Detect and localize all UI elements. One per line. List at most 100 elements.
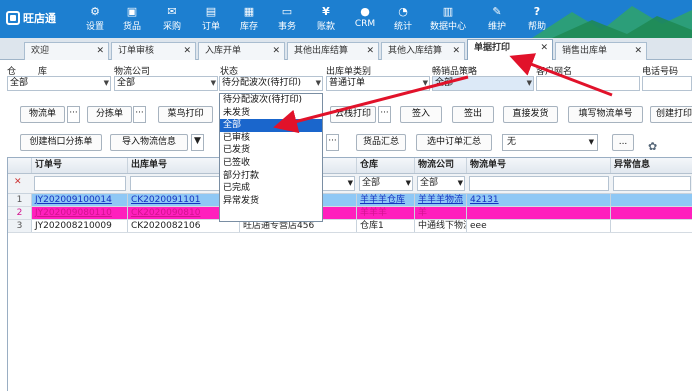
tab-bar: 欢迎 ✕ 订单审核 ✕ 入库开单 ✕ 其他出库结算 ✕ 其他入库结算 ✕ 单据打印 ✕ 销售… [0, 38, 692, 60]
close-icon[interactable]: ✕ [272, 43, 280, 59]
chevron-down-icon: ▼ [103, 79, 109, 87]
toolbar-help[interactable]: ? 帮助 [517, 4, 557, 32]
toolbar-inventory[interactable]: ▦ 库存 [229, 4, 269, 32]
gear-icon: ⚙ [90, 5, 100, 18]
yunzhan-print-button[interactable]: 云栈打印 [330, 106, 376, 123]
crm-icon: ● [360, 5, 370, 18]
chevron-down-icon: ▼ [526, 79, 532, 87]
logo-text: 旺店通 [23, 12, 56, 25]
logistics-more-button[interactable]: ··· [67, 106, 80, 123]
status-option[interactable]: 已完成 [220, 182, 322, 195]
close-icon[interactable]: ✕ [540, 40, 548, 56]
affairs-icon: ▭ [281, 5, 293, 18]
table-row[interactable]: 2 JY202009080110 CK2020090810 羊羊羊 羊 [8, 207, 692, 220]
strategy-select[interactable]: 全部 ▼ [432, 76, 534, 91]
toolbar-stats[interactable]: ◔ 统计 [383, 4, 423, 32]
picking-more-button[interactable]: ··· [133, 106, 146, 123]
filter-warehouse[interactable]: 全部 ▼ [359, 176, 413, 191]
phone-input[interactable] [642, 76, 692, 91]
header-warehouse[interactable]: 仓库 [357, 158, 415, 173]
status-option[interactable]: 异常发货 [220, 195, 322, 208]
status-dropdown-list[interactable]: 待分配波次(待打印) 未发货 全部 已审核 已发货 已签收 部分打款 已完成 异… [219, 93, 323, 222]
filter-logistics[interactable]: 全部 ▼ [417, 176, 465, 191]
filter-order-no[interactable] [34, 176, 126, 191]
toolbar-purchase[interactable]: ✉ 采购 [152, 4, 192, 32]
customer-input[interactable] [536, 76, 640, 91]
tab-other-outbound[interactable]: 其他出库结算 ✕ [287, 42, 379, 60]
ellipsis-button[interactable]: ... [612, 134, 634, 151]
tab-sales-outbound[interactable]: 销售出库单 ✕ [555, 42, 647, 60]
filter-tracking-no[interactable] [469, 176, 609, 191]
chevron-down-icon: ▼ [588, 138, 594, 146]
toolbar-settings[interactable]: ⚙ 设置 [75, 4, 115, 32]
wrench-icon: ✎ [492, 5, 502, 18]
purchase-icon: ✉ [167, 5, 177, 18]
header-rownum [8, 158, 32, 173]
cainiao-print-button[interactable]: 菜鸟打印 [158, 106, 213, 123]
toolbar-maintenance[interactable]: ✎ 维护 [477, 4, 517, 32]
filter-clear-icon[interactable]: ✕ [14, 177, 22, 187]
summary-mode-select[interactable]: 无 ▼ [502, 134, 598, 151]
chevron-down-icon: ▼ [347, 179, 353, 187]
toolbar-crm[interactable]: ● CRM [345, 4, 385, 29]
sign-in-button[interactable]: 签入 [400, 106, 442, 123]
fill-tracking-button[interactable]: 填写物流单号 [568, 106, 643, 123]
create-print-button[interactable]: 创建打印 [650, 106, 692, 123]
tab-order-review[interactable]: 订单审核 ✕ [111, 42, 196, 60]
help-icon: ? [533, 5, 541, 18]
orders-grid: 订单号 出库单号 仓库 物流公司 物流单号 异常信息 ✕ ▼ 全部 ▼ 全部 ▼ 1… [7, 157, 692, 391]
toolbar-accounts[interactable]: ¥ 账款 [306, 4, 346, 32]
toolbar-data-center[interactable]: ▥ 数据中心 [425, 4, 471, 32]
status-select[interactable]: 待分配波次(待打印) ▼ [219, 76, 323, 91]
logistics-select[interactable]: 全部 ▼ [114, 76, 218, 91]
accounts-icon: ¥ [322, 5, 330, 18]
table-row[interactable]: 1 JY202009100014 CK2020091101 羊羊羊仓库 羊羊羊物… [8, 194, 692, 207]
yunzhan-more-button[interactable]: ··· [378, 106, 391, 123]
outbound-type-select[interactable]: 普通订单 ▼ [326, 76, 430, 91]
status-option[interactable]: 已审核 [220, 132, 322, 145]
row2-more-button[interactable]: ··· [326, 134, 339, 151]
logo-icon [6, 11, 20, 25]
header-logistics[interactable]: 物流公司 [415, 158, 467, 173]
picking-print-button[interactable]: 分拣单 [87, 106, 132, 123]
create-stall-picking-button[interactable]: 创建档口分拣单 [20, 134, 102, 151]
status-option[interactable]: 待分配波次(待打印) [220, 94, 322, 107]
status-option[interactable]: 已签收 [220, 157, 322, 170]
close-icon[interactable]: ✕ [634, 43, 642, 59]
status-option[interactable]: 部分打款 [220, 170, 322, 183]
goods-summary-button[interactable]: 货品汇总 [356, 134, 406, 151]
chevron-down-icon: ▼ [210, 79, 216, 87]
logistics-print-button[interactable]: 物流单 [20, 106, 65, 123]
header-order-no[interactable]: 订单号 [32, 158, 128, 173]
chevron-down-icon: ▼ [315, 79, 321, 87]
warehouse-select[interactable]: 全部 ▼ [7, 76, 111, 91]
toolbar-affairs[interactable]: ▭ 事务 [267, 4, 307, 32]
tab-inbound[interactable]: 入库开单 ✕ [198, 42, 285, 60]
grid-filter-row: ✕ ▼ 全部 ▼ 全部 ▼ [8, 174, 692, 194]
close-icon[interactable]: ✕ [366, 43, 374, 59]
close-icon[interactable]: ✕ [96, 43, 104, 59]
tab-welcome[interactable]: 欢迎 ✕ [24, 42, 109, 60]
table-row[interactable]: 3 JY202008210009 CK2020082106 旺店通专营店456 … [8, 220, 692, 233]
sign-out-button[interactable]: 签出 [452, 106, 494, 123]
close-icon[interactable]: ✕ [183, 43, 191, 59]
tab-other-inbound[interactable]: 其他入库结算 ✕ [381, 42, 465, 60]
close-icon[interactable]: ✕ [452, 43, 460, 59]
status-option[interactable]: 已发货 [220, 144, 322, 157]
selected-order-summary-button[interactable]: 选中订单汇总 [416, 134, 492, 151]
app-logo[interactable]: 旺店通 [6, 10, 56, 26]
tab-document-print[interactable]: 单据打印 ✕ [467, 39, 553, 60]
import-logistics-button[interactable]: 导入物流信息 [110, 134, 188, 151]
grid-header: 订单号 出库单号 仓库 物流公司 物流单号 异常信息 [8, 158, 692, 174]
header-exception[interactable]: 异常信息 [611, 158, 692, 173]
direct-ship-button[interactable]: 直接发货 [503, 106, 558, 123]
import-more-button[interactable]: ▼ [191, 134, 204, 151]
header-tracking-no[interactable]: 物流单号 [467, 158, 611, 173]
toolbar-goods[interactable]: ▣ 货品 [112, 4, 152, 32]
status-option-highlighted[interactable]: 全部 [220, 119, 322, 132]
settings-gear-icon[interactable]: ✿ [648, 140, 657, 153]
status-option[interactable]: 未发货 [220, 107, 322, 120]
chevron-down-icon: ▼ [457, 179, 463, 187]
filter-exception[interactable] [613, 176, 691, 191]
toolbar-orders[interactable]: ▤ 订单 [191, 4, 231, 32]
